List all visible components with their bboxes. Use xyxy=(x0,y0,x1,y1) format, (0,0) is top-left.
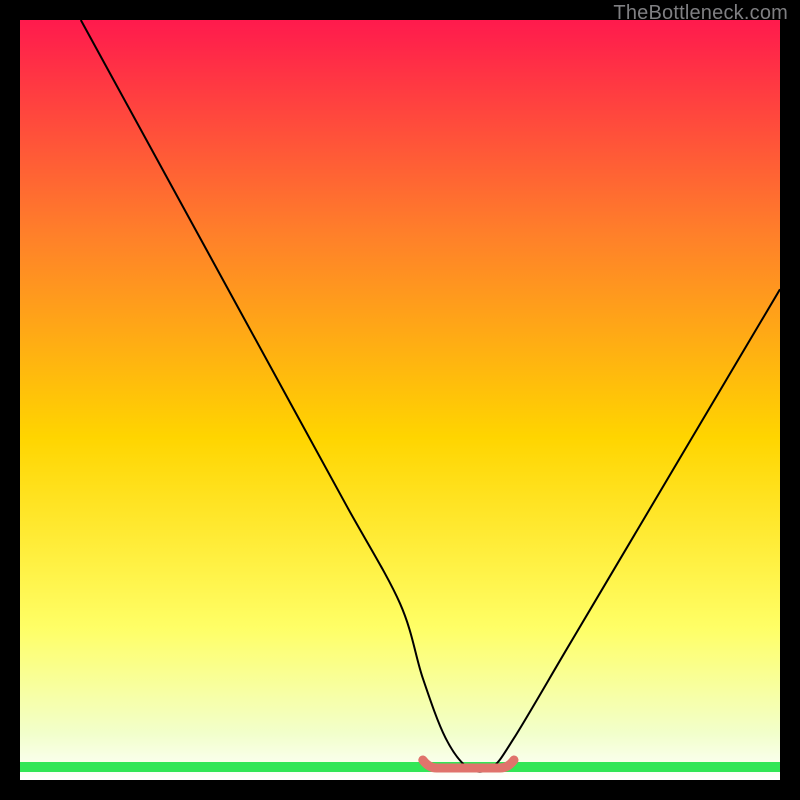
watermark-text: TheBottleneck.com xyxy=(613,2,788,25)
bottom-highlight xyxy=(423,760,514,768)
chart-frame: TheBottleneck.com xyxy=(0,0,800,800)
plot-area xyxy=(20,20,780,780)
bottleneck-curve xyxy=(81,20,780,772)
bottleneck-curve-svg xyxy=(20,20,780,780)
